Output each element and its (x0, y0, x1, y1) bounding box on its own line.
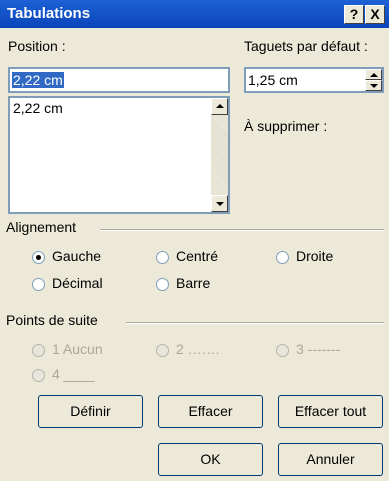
spinner-down-button[interactable] (365, 80, 382, 91)
radio-gauche[interactable] (32, 251, 45, 264)
label-leader-1[interactable]: 1 Aucun (52, 341, 103, 357)
arrow-up-icon (216, 104, 224, 108)
alignment-title: Alignement (6, 219, 77, 235)
set-button[interactable]: Définir (38, 395, 143, 428)
radio-droite[interactable] (276, 251, 289, 264)
default-tabs-spinner[interactable]: 1,25 cm (244, 67, 384, 93)
ok-button[interactable]: OK (158, 443, 263, 476)
label-barre[interactable]: Barre (176, 275, 210, 291)
default-tabs-label: Taguets par défaut : (244, 38, 368, 54)
cancel-button[interactable]: Annuler (278, 443, 383, 476)
arrow-down-icon (216, 202, 224, 206)
radio-decimal[interactable] (32, 278, 45, 291)
scroll-down-button[interactable] (211, 195, 228, 212)
arrow-up-icon (370, 73, 378, 77)
radio-leader-3[interactable] (276, 344, 289, 357)
radio-leader-1[interactable] (32, 344, 45, 357)
label-leader-4[interactable]: 4 ____ (52, 366, 95, 382)
alignment-divider (100, 229, 384, 231)
label-droite[interactable]: Droite (296, 248, 333, 264)
default-tabs-value: 1,25 cm (248, 72, 298, 88)
spinner-up-button[interactable] (365, 69, 382, 80)
close-button[interactable]: X (365, 5, 385, 24)
label-leader-3[interactable]: 3 ------- (296, 341, 340, 357)
to-clear-label: À supprimer : (244, 118, 328, 134)
position-list[interactable]: 2,22 cm (8, 96, 230, 214)
leader-title: Points de suite (6, 312, 98, 328)
position-list-scrollbar[interactable] (211, 98, 228, 212)
position-label: Position : (8, 38, 66, 54)
radio-centre[interactable] (156, 251, 169, 264)
arrow-down-icon (370, 84, 378, 88)
radio-barre[interactable] (156, 278, 169, 291)
position-input[interactable]: 2,22 cm (8, 67, 230, 93)
scroll-up-button[interactable] (211, 98, 228, 115)
clear-all-button[interactable]: Effacer tout (278, 395, 383, 428)
label-centre[interactable]: Centré (176, 248, 218, 264)
label-gauche[interactable]: Gauche (52, 248, 101, 264)
radio-leader-2[interactable] (156, 344, 169, 357)
label-leader-2[interactable]: 2 ……. (176, 341, 220, 357)
leader-divider (126, 322, 384, 324)
radio-leader-4[interactable] (32, 369, 45, 382)
position-input-value: 2,22 cm (12, 72, 64, 88)
clear-button[interactable]: Effacer (158, 395, 263, 428)
window-title: Tabulations (7, 5, 91, 22)
help-button[interactable]: ? (344, 5, 364, 24)
label-decimal[interactable]: Décimal (52, 275, 103, 291)
position-list-item[interactable]: 2,22 cm (13, 100, 63, 116)
